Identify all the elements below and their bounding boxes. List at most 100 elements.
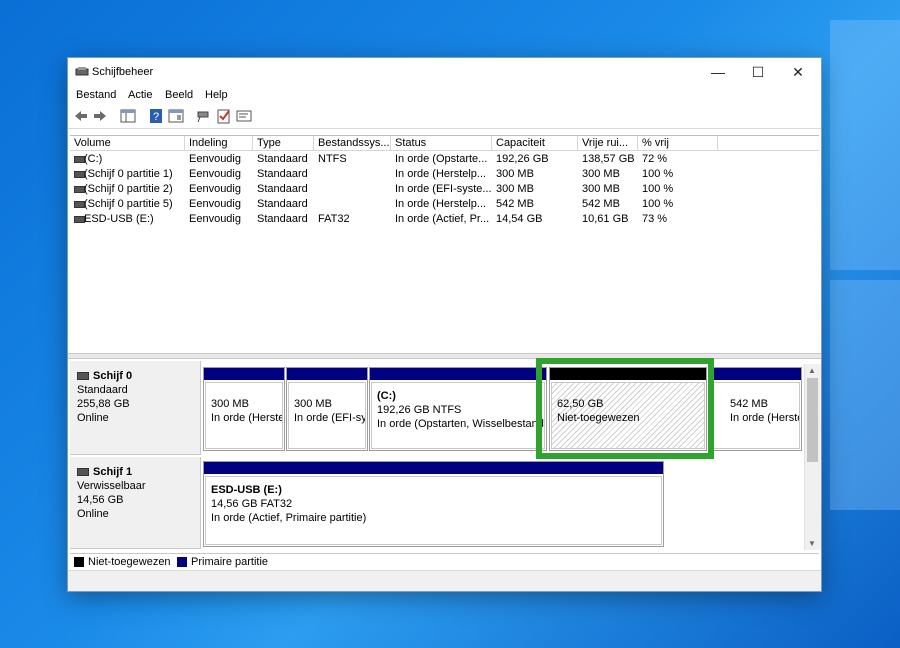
partition-size: 542 MB <box>730 398 768 410</box>
volume-cell-free: 138,57 GB <box>582 153 635 165</box>
column-header-pct-vrij[interactable]: % vrij <box>638 136 718 151</box>
disk-1-name: Schijf 1 <box>93 466 133 478</box>
scroll-down-icon[interactable]: ▼ <box>808 539 816 548</box>
disk-1-size: 14,56 GB <box>77 494 124 506</box>
legend-unallocated: Niet-toegewezen <box>88 556 171 568</box>
partition-status: In orde (EFI-syste <box>294 412 366 424</box>
volume-cell-volume[interactable]: ESD-USB (E:) <box>80 212 185 227</box>
volume-cell-free: 10,61 GB <box>582 213 629 225</box>
menu-actie[interactable]: Actie <box>128 89 152 101</box>
legend-swatch-unallocated <box>74 557 84 567</box>
volume-list: Volume Indeling Type Bestandssys... Stat… <box>70 135 819 353</box>
disk-0-state: Online <box>77 412 109 424</box>
rescan-icon[interactable] <box>236 108 252 124</box>
disk-icon <box>77 468 89 477</box>
volume-cell-volume[interactable]: (Schijf 0 partitie 1) <box>80 167 185 182</box>
console-tree-icon[interactable] <box>120 108 136 124</box>
volume-cell-layout: Eenvoudig <box>189 168 241 180</box>
volume-cell-capacity: 300 MB <box>496 168 534 180</box>
partition-disk0-c[interactable]: (C:) 192,26 GB NTFS In orde (Opstarten, Wi… <box>369 367 547 451</box>
volume-cell-volume[interactable]: (Schijf 0 partitie 2) <box>80 182 185 197</box>
toolbar: ? <box>68 106 821 129</box>
graphical-disk-view: Schijf 0 Standaard 255,88 GB Online 300 … <box>68 359 821 552</box>
menu-beeld[interactable]: Beeld <box>165 89 193 101</box>
svg-text:?: ? <box>153 111 159 123</box>
volume-cell-type: Standaard <box>257 168 308 180</box>
minimize-button[interactable]: — <box>698 58 738 86</box>
desktop-windows-logo-pane <box>830 280 900 510</box>
partition-disk1-esd-usb[interactable]: ESD-USB (E:) 14,56 GB FAT32 In orde (Actie… <box>203 461 664 547</box>
partition-disk0-2[interactable]: 300 MB In orde (EFI-syste <box>286 367 368 451</box>
partition-title: (C:) <box>377 390 396 402</box>
volume-cell-status: In orde (Herstelp... <box>395 168 487 180</box>
menu-help[interactable]: Help <box>205 89 228 101</box>
partition-size: 62,50 GB <box>557 398 604 410</box>
menu-bestand[interactable]: Bestand <box>76 89 116 101</box>
column-header-vrije-ruimte[interactable]: Vrije rui... <box>578 136 638 151</box>
partition-bar <box>204 462 663 474</box>
partition-status: In orde (Herstelp <box>730 412 799 424</box>
partition-bar <box>710 368 801 380</box>
help-icon[interactable]: ? <box>148 108 164 124</box>
scrollbar-thumb[interactable] <box>807 378 818 462</box>
window-title: Schijfbeheer <box>92 66 154 78</box>
column-header-type[interactable]: Type <box>253 136 314 151</box>
partition-disk0-1[interactable]: 300 MB In orde (Herste <box>203 367 285 451</box>
volume-cell-fs <box>314 197 391 212</box>
forward-arrow-icon[interactable] <box>92 108 108 124</box>
vertical-scrollbar[interactable]: ▲ ▼ <box>804 364 821 550</box>
volume-cell-volume[interactable]: (Schijf 0 partitie 5) <box>80 197 185 212</box>
partition-title: ESD-USB (E:) <box>211 484 282 496</box>
statusbar <box>68 570 821 591</box>
partition-size: 300 MB <box>211 398 249 410</box>
close-button[interactable]: ✕ <box>778 58 818 86</box>
disk-0-name: Schijf 0 <box>93 370 133 382</box>
partition-bar <box>287 368 367 380</box>
connect-icon[interactable] <box>196 108 212 124</box>
volume-cell-type: Standaard <box>257 198 308 210</box>
disk-1-label[interactable]: Schijf 1 Verwisselbaar 14,56 GB Online <box>70 457 201 549</box>
volume-cell-capacity: 192,26 GB <box>496 153 549 165</box>
volume-cell-type: Standaard <box>257 153 308 165</box>
column-header-bestandssysteem[interactable]: Bestandssys... <box>314 136 391 151</box>
disk-0-label[interactable]: Schijf 0 Standaard 255,88 GB Online <box>70 361 201 455</box>
volume-cell-capacity: 14,54 GB <box>496 213 543 225</box>
checklist-icon[interactable] <box>216 108 232 124</box>
volume-cell-layout: Eenvoudig <box>189 213 241 225</box>
volume-cell-pct: 100 % <box>642 198 674 210</box>
partition-status: In orde (Herste <box>211 412 283 424</box>
volume-cell-status: In orde (Herstelp... <box>395 198 487 210</box>
volume-cell-pct: 73 % <box>642 213 668 225</box>
column-header-indeling[interactable]: Indeling <box>185 136 253 151</box>
column-header-status[interactable]: Status <box>391 136 492 151</box>
disk-1-kind: Verwisselbaar <box>77 480 146 492</box>
disk-1-state: Online <box>77 508 109 520</box>
volume-cell-capacity: 542 MB <box>496 198 534 210</box>
partition-status: In orde (Actief, Primaire partitie) <box>211 512 367 524</box>
desktop-windows-logo-pane <box>830 20 900 270</box>
back-arrow-icon[interactable] <box>73 108 89 124</box>
disk-0-kind: Standaard <box>77 384 128 396</box>
titlebar: Schijfbeheer — ☐ ✕ <box>68 58 821 86</box>
legend: Niet-toegewezen Primaire partitie <box>70 553 819 570</box>
volume-cell-pct: 100 % <box>642 183 674 195</box>
legend-swatch-primary <box>177 557 187 567</box>
partition-disk0-5[interactable]: 542 MB In orde (Herstelp <box>709 367 802 451</box>
volume-cell-volume[interactable]: (C:) <box>80 152 185 167</box>
partition-bar <box>204 368 284 380</box>
column-header-capaciteit[interactable]: Capaciteit <box>492 136 578 151</box>
volume-cell-status: In orde (Opstarte... <box>395 153 488 165</box>
scroll-up-icon[interactable]: ▲ <box>808 366 816 375</box>
properties-icon[interactable] <box>168 108 184 124</box>
volume-cell-layout: Eenvoudig <box>189 183 241 195</box>
volume-cell-type: Standaard <box>257 183 308 195</box>
partition-status: In orde (Opstarten, Wisselbestand <box>377 418 544 430</box>
volume-cell-fs <box>314 167 391 182</box>
column-header-volume[interactable]: Volume <box>70 136 185 151</box>
volume-cell-status: In orde (Actief, Pr... <box>395 213 490 225</box>
volume-cell-capacity: 300 MB <box>496 183 534 195</box>
column-header-empty <box>718 136 819 151</box>
maximize-button[interactable]: ☐ <box>738 58 778 86</box>
partition-disk0-unallocated[interactable]: 62,50 GB Niet-toegewezen <box>549 367 707 451</box>
disk-icon <box>77 372 89 381</box>
